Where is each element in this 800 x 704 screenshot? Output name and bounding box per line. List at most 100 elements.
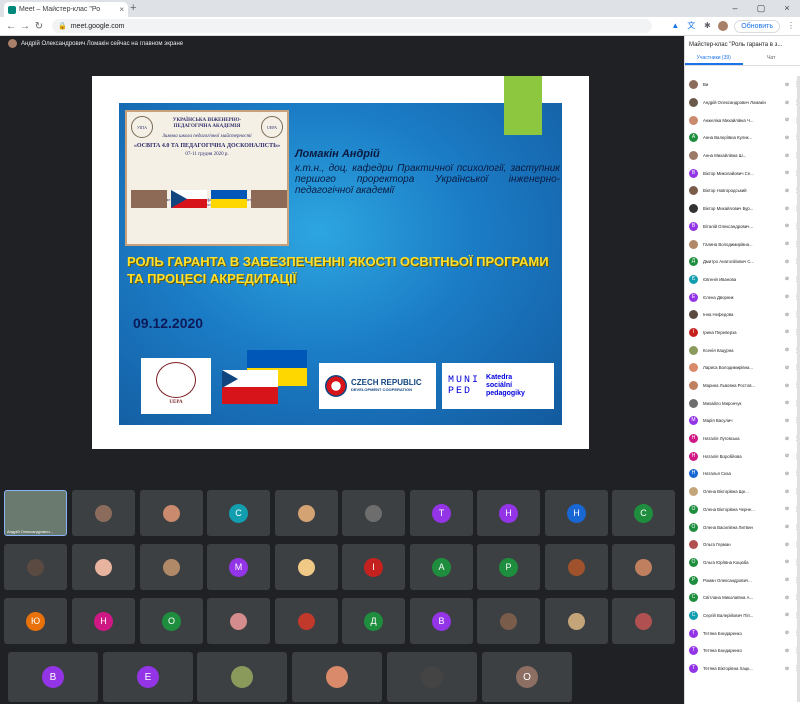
participant-row[interactable]: Анна Михайлівна Ш...⊘⋮ — [685, 147, 800, 165]
participant-tile[interactable] — [275, 490, 338, 536]
participant-avatar: H — [689, 469, 698, 479]
participant-row[interactable]: Галина Володимирівна...⊘⋮ — [685, 235, 800, 253]
browser-menu-icon[interactable]: ⋮ — [786, 21, 796, 31]
participant-tile[interactable] — [612, 598, 675, 644]
participant-row[interactable]: HНаталія Воробйова⊘⋮ — [685, 447, 800, 465]
participant-row[interactable]: EЄлена Дворник⊘⋮ — [685, 288, 800, 306]
new-tab-button[interactable]: + — [130, 2, 136, 14]
tab-close-icon[interactable]: × — [119, 5, 124, 14]
participant-row[interactable]: BВіталій Олександрович...⊘⋮ — [685, 218, 800, 236]
participant-tile[interactable]: M — [207, 544, 270, 590]
participant-row[interactable]: Ви⊘⋮ — [685, 76, 800, 94]
maximize-button[interactable]: ▢ — [748, 0, 774, 17]
participant-tile[interactable] — [275, 544, 338, 590]
participant-tile[interactable]: Д — [342, 598, 405, 644]
participant-row[interactable]: TТетяна Бондаренко⊘⋮ — [685, 642, 800, 660]
participant-row[interactable]: PРоман Олександрович...⊘⋮ — [685, 571, 800, 589]
participant-tile[interactable]: B — [410, 598, 473, 644]
participant-row[interactable]: Лариса Володимирівна...⊘⋮ — [685, 359, 800, 377]
participant-row[interactable]: Віктор Михайлович Бур...⊘⋮ — [685, 200, 800, 218]
participant-tile[interactable]: C — [207, 490, 270, 536]
participant-tile[interactable]: H — [545, 490, 608, 536]
participant-tile[interactable] — [140, 544, 203, 590]
participant-row[interactable]: HНаталья Сиза⊘⋮ — [685, 465, 800, 483]
participant-name: Тетяна Вікторівна Хацк... — [703, 666, 753, 672]
participant-row[interactable]: TТетяна Вікторівна Хацк...⊘⋮ — [685, 660, 800, 678]
participant-row[interactable]: MМарія Васулич⊘⋮ — [685, 412, 800, 430]
participant-row[interactable]: TТетяна Бондаренко⊘⋮ — [685, 624, 800, 642]
participant-tile[interactable] — [4, 544, 67, 590]
profile-avatar[interactable] — [718, 21, 729, 31]
tab-participants[interactable]: Участники (39) — [685, 52, 743, 65]
participant-row[interactable]: HНаталія Луговська⊘⋮ — [685, 430, 800, 448]
participant-tile[interactable] — [477, 598, 540, 644]
participant-tile[interactable]: A — [410, 544, 473, 590]
participant-tile[interactable] — [140, 490, 203, 536]
mic-muted-icon: ⊘ — [784, 347, 790, 354]
participant-row[interactable]: Андрій Олександрович Ломакін⊘⋮ — [685, 94, 800, 112]
participant-tile[interactable] — [275, 598, 338, 644]
browser-tab[interactable]: Meet – Майстер-клас "Ро × — [4, 2, 128, 17]
translate-icon[interactable]: 文 — [686, 21, 696, 31]
participant-tile[interactable] — [612, 544, 675, 590]
participant-row[interactable]: ЄЄвгенія Иванова⊘⋮ — [685, 271, 800, 289]
participant-row[interactable]: Марина Львовна Ростов...⊘⋮ — [685, 377, 800, 395]
participant-name: Ольга Герман — [703, 542, 731, 548]
address-bar[interactable]: 🔒 meet.google.com — [52, 19, 652, 33]
minimize-button[interactable]: – — [722, 0, 748, 17]
participant-row[interactable]: Віктор Новгородський⊘⋮ — [685, 182, 800, 200]
participant-tile[interactable]: O — [482, 652, 572, 702]
participant-row[interactable]: ІІрина Переверза⊘⋮ — [685, 324, 800, 342]
drive-icon[interactable]: ▲ — [670, 21, 680, 31]
back-button[interactable]: ← — [4, 21, 18, 32]
participant-tile[interactable]: І — [342, 544, 405, 590]
participant-row[interactable]: BВіктор Миколайович Се...⊘⋮ — [685, 164, 800, 182]
participant-photo-avatar — [421, 666, 443, 688]
participant-row[interactable]: CСергій Валерійович Піп...⊘⋮ — [685, 607, 800, 625]
participant-row[interactable]: CСвітлана Миколаївна А...⊘⋮ — [685, 589, 800, 607]
participant-row[interactable]: Олена Вікторівна Ще...⊘⋮ — [685, 483, 800, 501]
participant-tile[interactable]: B — [8, 652, 98, 702]
self-video-tile[interactable]: Андрій Олександрович... — [4, 490, 67, 536]
close-window-button[interactable]: × — [774, 0, 800, 17]
participant-row[interactable]: AАнна Валеріївна Кулик...⊘⋮ — [685, 129, 800, 147]
participant-tile[interactable] — [292, 652, 382, 702]
mic-muted-icon: ⊘ — [784, 470, 790, 477]
participant-initial-avatar: P — [499, 557, 518, 577]
participant-row[interactable]: Інна Нефедова⊘⋮ — [685, 306, 800, 324]
participant-row[interactable]: OОлена Василівна Литвин⊘⋮ — [685, 518, 800, 536]
participant-tile[interactable]: H — [72, 598, 135, 644]
participant-row[interactable]: Ксенія Кацурна⊘⋮ — [685, 341, 800, 359]
participant-avatar — [689, 310, 698, 320]
participant-tile[interactable] — [545, 544, 608, 590]
participant-tile[interactable]: O — [140, 598, 203, 644]
participant-row[interactable]: OОльга Юріївна Коцюба⊘⋮ — [685, 554, 800, 572]
participant-tile[interactable] — [545, 598, 608, 644]
update-button[interactable]: Обновить — [734, 19, 780, 33]
participant-tile[interactable]: H — [477, 490, 540, 536]
participant-tile[interactable]: Ю — [4, 598, 67, 644]
reload-button[interactable]: ↻ — [32, 21, 46, 32]
participant-avatar — [689, 540, 698, 550]
participant-row[interactable]: OОлена Вікторівна Черне...⊘⋮ — [685, 501, 800, 519]
speaker-info: Ломакін Андрій к.т.н., доц. кафедри Прак… — [295, 149, 560, 197]
participant-tile[interactable]: P — [477, 544, 540, 590]
participant-row[interactable]: Ольга Герман⊘⋮ — [685, 536, 800, 554]
participant-tile[interactable]: E — [103, 652, 193, 702]
participant-tile[interactable]: C — [612, 490, 675, 536]
participant-row[interactable]: Анжеліка Михайлівна Ч...⊘⋮ — [685, 111, 800, 129]
participant-tile[interactable] — [387, 652, 477, 702]
participant-tile[interactable] — [342, 490, 405, 536]
participant-tile[interactable] — [207, 598, 270, 644]
forward-button[interactable]: → — [18, 21, 32, 32]
tab-chat[interactable]: Чат — [743, 52, 800, 65]
participant-tile[interactable] — [72, 544, 135, 590]
participant-row[interactable]: ДДмитро Анатолійович С...⊘⋮ — [685, 253, 800, 271]
participant-name: Роман Олександрович... — [703, 577, 752, 583]
participant-row[interactable]: Михайло Мирончук⊘⋮ — [685, 394, 800, 412]
participant-tile[interactable] — [197, 652, 287, 702]
extensions-icon[interactable]: ✱ — [702, 21, 712, 31]
participant-tile[interactable]: T — [410, 490, 473, 536]
participant-name: Галина Володимирівна... — [703, 241, 753, 247]
participant-tile[interactable] — [72, 490, 135, 536]
